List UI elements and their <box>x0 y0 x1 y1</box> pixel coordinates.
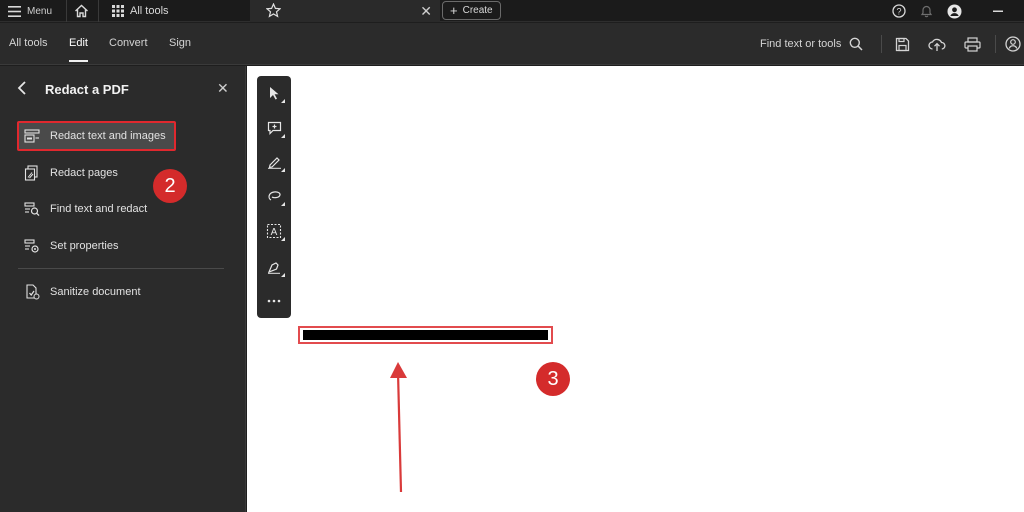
set-properties-label: Set properties <box>50 240 119 252</box>
svg-text:A: A <box>271 227 278 238</box>
save-button[interactable] <box>892 35 912 53</box>
tab-sign[interactable]: Sign <box>169 37 191 49</box>
set-properties-button[interactable]: Set properties <box>18 231 230 261</box>
help-icon: ? <box>892 4 906 18</box>
avatar-icon <box>947 4 962 18</box>
fill-sign-icon <box>267 262 280 274</box>
tab-all-tools-menu[interactable]: All tools <box>9 37 48 49</box>
minimize-button[interactable] <box>992 0 1004 22</box>
cloud-upload-icon <box>928 38 946 51</box>
corner-indicator <box>281 168 285 172</box>
redact-text-label: Redact text and images <box>50 130 166 142</box>
divider <box>18 268 224 269</box>
redacted-text-bar <box>303 330 548 340</box>
panel-title: Redact a PDF <box>45 82 129 97</box>
highlight-tool[interactable] <box>263 151 285 173</box>
step-badge-3: 3 <box>536 362 570 396</box>
divider <box>881 35 882 53</box>
home-button[interactable] <box>74 0 89 22</box>
home-icon <box>75 4 88 18</box>
divider <box>66 0 67 22</box>
select-tool[interactable] <box>263 82 285 104</box>
tab-convert[interactable]: Convert <box>109 37 148 49</box>
redact-pages-label: Redact pages <box>50 167 118 179</box>
save-icon <box>895 37 909 51</box>
redact-panel: Redact a PDF ✕ Redact text and images Re… <box>0 66 246 512</box>
redaction-mark[interactable] <box>298 326 553 344</box>
fill-sign-tool[interactable] <box>263 256 285 278</box>
divider <box>98 0 99 22</box>
highlight-icon <box>267 157 281 169</box>
tab-all-tools-label: All tools <box>130 5 169 17</box>
print-button[interactable] <box>962 35 982 53</box>
back-button[interactable] <box>16 80 28 101</box>
more-icon <box>267 299 281 303</box>
create-button[interactable]: + Create <box>442 1 501 20</box>
svg-text:?: ? <box>896 7 901 17</box>
star-icon[interactable] <box>266 3 281 18</box>
hamburger-icon <box>8 5 21 17</box>
tab-edit[interactable]: Edit <box>69 37 88 62</box>
upload-button[interactable] <box>927 35 947 53</box>
redact-text-and-images-button[interactable]: Redact text and images <box>17 121 176 151</box>
corner-indicator <box>281 134 285 138</box>
help-button[interactable]: ? <box>892 0 906 22</box>
more-tools[interactable] <box>263 290 285 312</box>
find-redact-icon <box>24 202 40 217</box>
create-label: Create <box>462 5 493 16</box>
find-label: Find text or tools <box>760 38 842 50</box>
share-button[interactable] <box>1004 35 1024 53</box>
notifications-button[interactable] <box>920 0 933 22</box>
quick-tools-bar: A <box>257 76 291 318</box>
set-properties-icon <box>24 239 39 253</box>
close-panel-icon[interactable]: ✕ <box>217 80 229 97</box>
sanitize-document-button[interactable]: Sanitize document <box>18 277 230 307</box>
redact-pages-button[interactable]: Redact pages <box>18 158 230 188</box>
find-text-and-redact-button[interactable]: Find text and redact <box>18 194 230 224</box>
bell-icon <box>920 5 933 18</box>
corner-indicator <box>281 99 285 103</box>
menu-button[interactable]: Menu <box>8 0 52 22</box>
redact-pages-icon <box>24 165 38 181</box>
profile-button[interactable] <box>947 0 962 22</box>
document-canvas[interactable] <box>247 66 1024 512</box>
chevron-left-icon <box>17 81 26 95</box>
text-box-tool[interactable]: A <box>263 220 285 242</box>
find-redact-label: Find text and redact <box>50 203 148 215</box>
share-user-icon <box>1005 36 1021 52</box>
tab-document[interactable]: ✕ <box>250 0 440 22</box>
divider <box>995 35 996 53</box>
arrow-up-icon <box>390 362 407 493</box>
title-bar: Menu All tools ✕ + Create ? <box>0 0 1024 22</box>
tab-all-tools[interactable]: All tools <box>112 0 169 22</box>
minimize-icon <box>993 10 1003 12</box>
search-icon <box>849 37 863 51</box>
text-box-icon: A <box>266 223 282 239</box>
find-text-or-tools[interactable]: Find text or tools <box>760 37 863 51</box>
draw-tool[interactable] <box>263 185 285 207</box>
plus-icon: + <box>450 2 458 18</box>
redact-text-icon <box>24 129 40 143</box>
step-badge-2: 2 <box>153 169 187 203</box>
select-icon <box>270 87 279 100</box>
corner-indicator <box>281 273 285 277</box>
corner-indicator <box>281 237 285 241</box>
menu-label: Menu <box>27 5 53 17</box>
sanitize-label: Sanitize document <box>50 286 141 298</box>
printer-icon <box>963 36 981 52</box>
grid-icon <box>112 5 124 17</box>
add-comment-tool[interactable] <box>263 117 285 139</box>
close-tab-icon[interactable]: ✕ <box>420 3 432 19</box>
add-comment-icon <box>267 121 281 135</box>
draw-icon <box>267 191 281 201</box>
sanitize-icon <box>26 284 40 300</box>
corner-indicator <box>281 202 285 206</box>
main-toolbar: All tools Edit Convert Sign Find text or… <box>0 23 1024 65</box>
